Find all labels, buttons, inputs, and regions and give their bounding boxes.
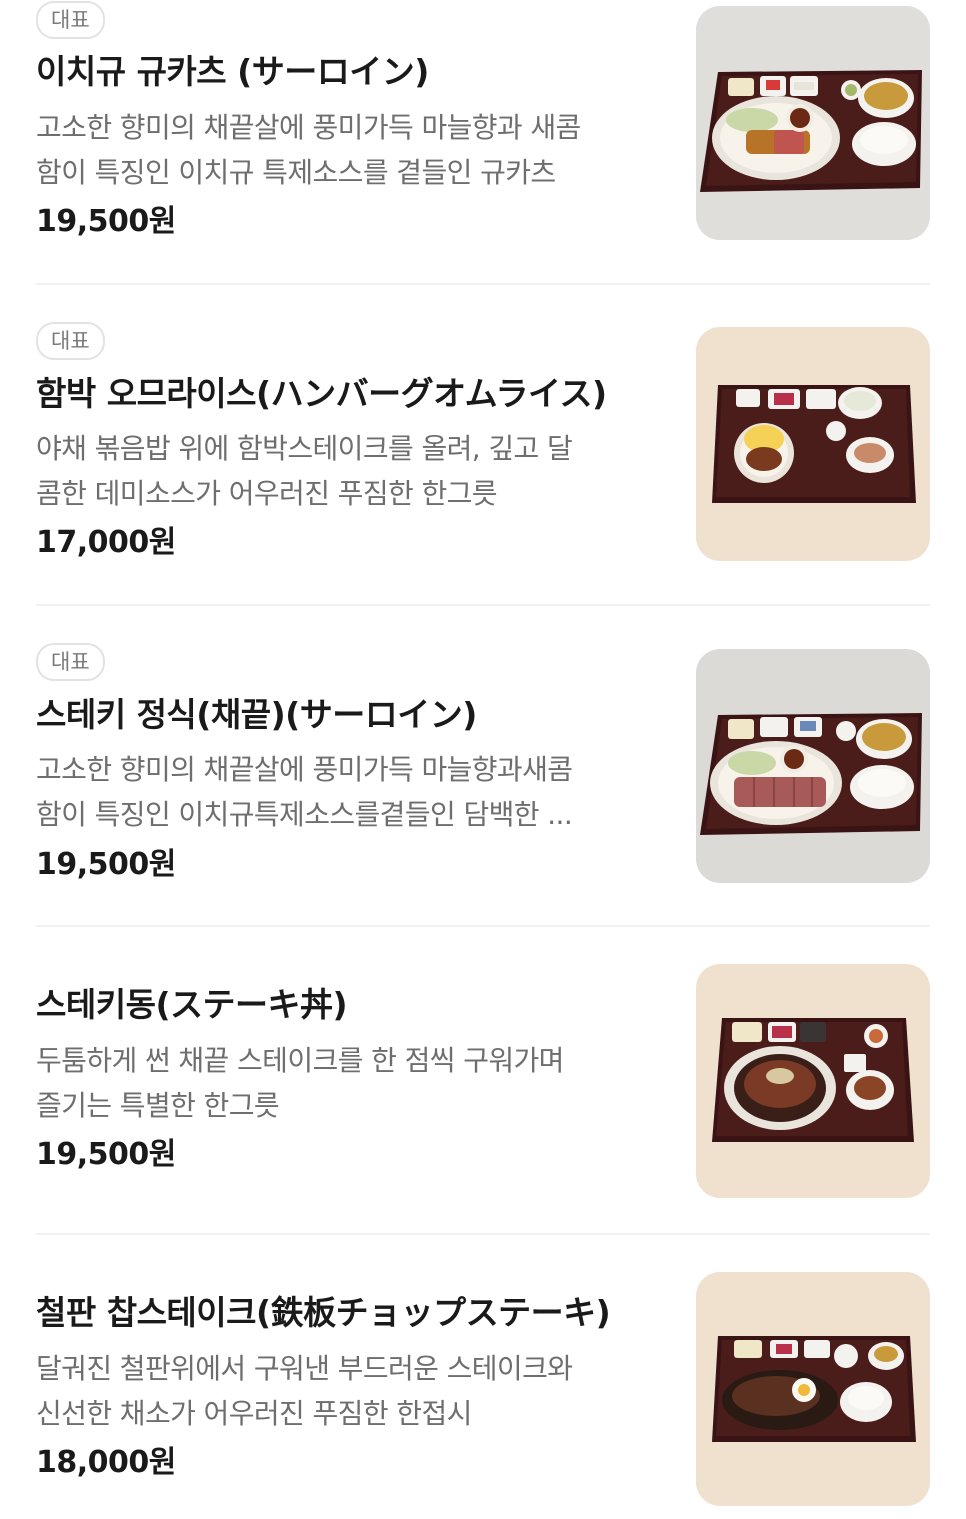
menu-item-description: 야채 볶음밥 위에 함박스테이크를 올려, 깊고 달 콤한 데미소스가 어우러진…: [36, 426, 656, 516]
signature-badge: 대표: [36, 322, 105, 360]
description-line: 콤한 데미소스가 어우러진 푸짐한 한그릇: [36, 477, 498, 510]
menu-item-steak-don[interactable]: 스테키동(ステーキ丼) 두툼하게 썬 채끝 스테이크를 한 점씩 구워가며 즐기…: [36, 963, 930, 1223]
menu-item-description: 두툼하게 썬 채끝 스테이크를 한 점씩 구워가며 즐기는 특별한 한그릇: [36, 1038, 656, 1128]
divider: [36, 283, 930, 285]
description-line: 달궈진 철판위에서 구워낸 부드러운 스테이크와: [36, 1352, 573, 1385]
menu-item-steak-set[interactable]: 대표 스테키 정식(채끝)(サーロイン) 고소한 향미의 채끝살에 풍미가득 마…: [36, 642, 930, 912]
description-line: 야채 볶음밥 위에 함박스테이크를 올려, 깊고 달: [36, 432, 573, 465]
menu-item-name: 스테키 정식(채끝)(サーロイン): [36, 695, 477, 734]
description-line: 즐기는 특별한 한그릇: [36, 1089, 280, 1122]
description-line: 신선한 채소가 어우러진 푸짐한 한접시: [36, 1397, 472, 1430]
menu-item-price: 17,000원: [36, 525, 176, 560]
menu-item-price: 18,000원: [36, 1445, 176, 1480]
description-line: 두툼하게 썬 채끝 스테이크를 한 점씩 구워가며: [36, 1044, 564, 1077]
menu-item-description: 달궈진 철판위에서 구워낸 부드러운 스테이크와 신선한 채소가 어우러진 푸짐…: [36, 1346, 656, 1436]
menu-item-description: 고소한 향미의 채끝살에 풍미가득 마늘향과 새콤 함이 특징인 이치규 특제소…: [36, 105, 656, 195]
menu-item-name: 스테키동(ステーキ丼): [36, 985, 348, 1024]
steak-set-photo: [696, 649, 930, 883]
divider: [36, 604, 930, 606]
menu-item-name: 철판 찹스테이크(鉄板チョップステーキ): [36, 1293, 611, 1332]
menu-item-price: 19,500원: [36, 1137, 176, 1172]
divider: [36, 925, 930, 927]
signature-badge: 대표: [36, 1, 105, 39]
description-line: 고소한 향미의 채끝살에 풍미가득 마늘향과새콤: [36, 753, 573, 786]
description-line: 함이 특징인 이치규 특제소스를 곁들인 규카츠: [36, 156, 556, 189]
menu-item-gyukatsu[interactable]: 대표 이치규 규카츠 (サーロイン) 고소한 향미의 채끝살에 풍미가득 마늘향…: [36, 0, 930, 270]
gyukatsu-set-photo: [696, 6, 930, 240]
menu-item-price: 19,500원: [36, 847, 176, 882]
menu-item-name: 함박 오므라이스(ハンバーグオムライス): [36, 374, 607, 413]
menu-list: 대표 이치규 규카츠 (サーロイン) 고소한 향미의 채끝살에 풍미가득 마늘향…: [0, 0, 966, 1519]
menu-item-hamburg-omurice[interactable]: 대표 함박 오므라이스(ハンバーグオムライス) 야채 볶음밥 위에 함박스테이크…: [36, 321, 930, 591]
teppan-chop-steak-set-photo: [696, 1272, 930, 1506]
menu-item-description: 고소한 향미의 채끝살에 풍미가득 마늘향과새콤 함이 특징인 이치규특제소스를…: [36, 747, 656, 837]
description-line: 함이 특징인 이치규특제소스를곁들인 담백한 ...: [36, 798, 573, 831]
steak-don-set-photo: [696, 964, 930, 1198]
description-line: 고소한 향미의 채끝살에 풍미가득 마늘향과 새콤: [36, 111, 581, 144]
hamburg-omurice-set-photo: [696, 327, 930, 561]
menu-item-name: 이치규 규카츠 (サーロイン): [36, 52, 429, 91]
signature-badge: 대표: [36, 643, 105, 681]
divider: [36, 1233, 930, 1235]
menu-item-price: 19,500원: [36, 204, 176, 239]
menu-item-teppan-chop-steak[interactable]: 철판 찹스테이크(鉄板チョップステーキ) 달궈진 철판위에서 구워낸 부드러운 …: [36, 1271, 930, 1519]
